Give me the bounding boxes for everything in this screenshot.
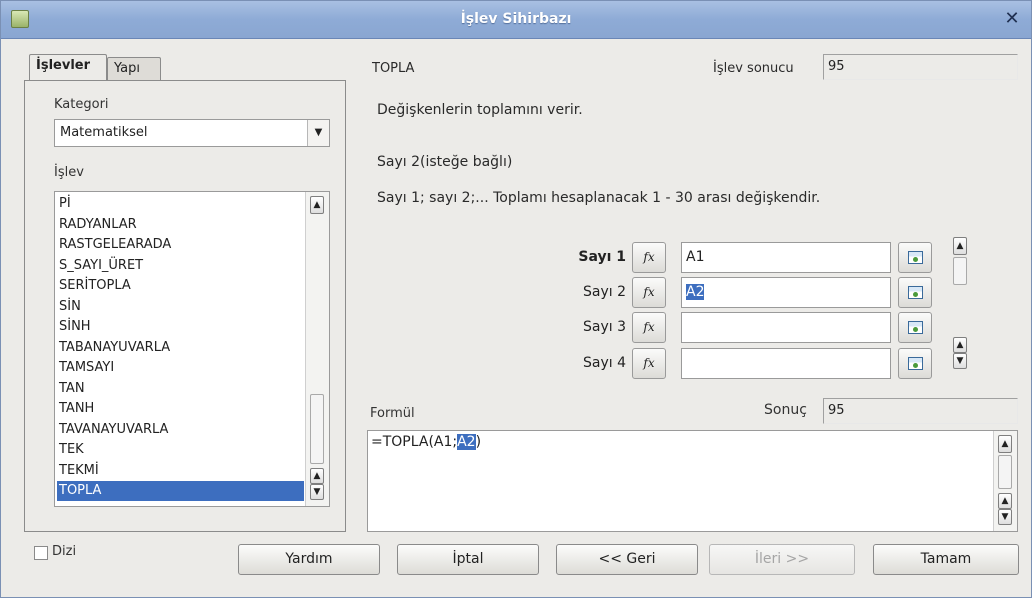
shrink-icon: [908, 321, 923, 334]
function-list-label: İşlev: [54, 165, 84, 180]
function-list-item[interactable]: TAVANAYUVARLA: [57, 420, 304, 440]
argument-description: Sayı 1; sayı 2;... Toplamı hesaplanacak …: [377, 190, 821, 206]
chevron-down-icon[interactable]: ▼: [307, 120, 329, 146]
back-button[interactable]: << Geri: [556, 544, 698, 575]
function-icon-button[interactable]: fx: [632, 277, 666, 308]
argument-label: Sayı 3: [583, 319, 626, 335]
function-result-label: İşlev sonucu: [713, 61, 794, 76]
function-list-item[interactable]: RADYANLAR: [57, 215, 304, 235]
function-list-item[interactable]: TABANAYUVARLA: [57, 338, 304, 358]
array-checkbox-label: Dizi: [52, 544, 77, 559]
formula-scroll-thumb[interactable]: [998, 455, 1012, 489]
function-list-item[interactable]: TANH: [57, 399, 304, 419]
function-list-item[interactable]: TAMSAYI: [57, 358, 304, 378]
category-value: Matematiksel: [60, 125, 148, 140]
function-list-item[interactable]: S_SAYI_ÜRET: [57, 256, 304, 276]
array-checkbox[interactable]: [34, 546, 48, 560]
arguments-scrollbar[interactable]: ▲ ▲ ▼: [951, 237, 977, 385]
function-list-scrollbar[interactable]: ▲ ▲ ▼: [305, 192, 329, 506]
args-scroll-down-icon[interactable]: ▼: [953, 353, 967, 369]
category-select[interactable]: Matematiksel ▼: [54, 119, 330, 147]
function-icon-button[interactable]: fx: [632, 312, 666, 343]
help-button[interactable]: Yardım: [238, 544, 380, 575]
argument-label: Sayı 1: [578, 249, 626, 265]
function-list-item[interactable]: TEKMİ: [57, 461, 304, 481]
tab-structure[interactable]: Yapı: [107, 57, 161, 81]
function-result-field: 95: [823, 54, 1018, 80]
tab-functions-label: İşlevler: [36, 58, 91, 73]
scroll-thumb[interactable]: [310, 394, 324, 464]
argument-title: Sayı 2(isteğe bağlı): [377, 154, 513, 170]
argument-input[interactable]: A2: [681, 277, 891, 308]
args-scroll-thumb[interactable]: [953, 257, 967, 285]
tab-structure-label: Yapı: [114, 61, 140, 76]
formula-result-field: 95: [823, 398, 1018, 424]
cancel-button[interactable]: İptal: [397, 544, 539, 575]
function-list-item[interactable]: SERİTOPLA: [57, 276, 304, 296]
category-label: Kategori: [54, 97, 109, 112]
formula-scroll-up-icon[interactable]: ▲: [998, 435, 1012, 453]
function-list-item[interactable]: SİN: [57, 297, 304, 317]
function-list-item[interactable]: TEK: [57, 440, 304, 460]
function-icon-button[interactable]: fx: [632, 348, 666, 379]
scroll-down-icon[interactable]: ▼: [310, 484, 324, 500]
function-list-item[interactable]: TOPLA: [57, 481, 304, 501]
formula-label: Formül: [370, 406, 415, 421]
args-scroll-up-icon[interactable]: ▲: [953, 237, 967, 255]
shrink-icon: [908, 251, 923, 264]
formula-editor[interactable]: =TOPLA(A1;A2) ▲ ▲ ▼: [367, 430, 1018, 532]
scroll-up-icon[interactable]: ▲: [310, 196, 324, 214]
argument-input[interactable]: [681, 312, 891, 343]
function-description: Değişkenlerin toplamını verir.: [377, 102, 583, 118]
argument-label: Sayı 4: [583, 355, 626, 371]
argument-input[interactable]: A1: [681, 242, 891, 273]
formula-result-label: Sonuç: [764, 402, 807, 418]
argument-input[interactable]: [681, 348, 891, 379]
formula-scroll-up-small-icon[interactable]: ▲: [998, 493, 1012, 509]
next-button[interactable]: İleri >>: [709, 544, 855, 575]
function-name: TOPLA: [372, 61, 415, 76]
args-scroll-up-small-icon[interactable]: ▲: [953, 337, 967, 353]
argument-value: A2: [686, 284, 705, 300]
argument-label: Sayı 2: [583, 284, 626, 300]
function-wizard-dialog: İşlev Sihirbazı ✕ İşlevler Yapı Kategori…: [0, 0, 1032, 598]
tab-functions[interactable]: İşlevler: [29, 54, 107, 81]
window-title: İşlev Sihirbazı: [460, 11, 572, 27]
formula-text: =TOPLA(A1;A2): [371, 434, 482, 450]
function-list-item[interactable]: SİNH: [57, 317, 304, 337]
shrink-icon: [908, 286, 923, 299]
function-list-item[interactable]: Pİ: [57, 194, 304, 214]
scroll-up-small-icon[interactable]: ▲: [310, 468, 324, 484]
function-list-item[interactable]: TAN: [57, 379, 304, 399]
shrink-icon: [908, 357, 923, 370]
ok-button[interactable]: Tamam: [873, 544, 1019, 575]
formula-scroll-down-icon[interactable]: ▼: [998, 509, 1012, 525]
formula-scrollbar[interactable]: ▲ ▲ ▼: [993, 431, 1017, 531]
close-button[interactable]: ✕: [1001, 9, 1023, 31]
shrink-icon-button[interactable]: [898, 277, 932, 308]
function-icon-button[interactable]: fx: [632, 242, 666, 273]
shrink-icon-button[interactable]: [898, 242, 932, 273]
argument-value: A1: [686, 249, 705, 265]
close-icon: ✕: [1004, 8, 1020, 29]
shrink-icon-button[interactable]: [898, 312, 932, 343]
shrink-icon-button[interactable]: [898, 348, 932, 379]
function-list[interactable]: Pİ RADYANLAR RASTGELEARADA S_SAYI_ÜRET SERİT…: [54, 191, 330, 507]
title-bar[interactable]: İşlev Sihirbazı ✕: [1, 1, 1031, 39]
function-list-item[interactable]: RASTGELEARADA: [57, 235, 304, 255]
